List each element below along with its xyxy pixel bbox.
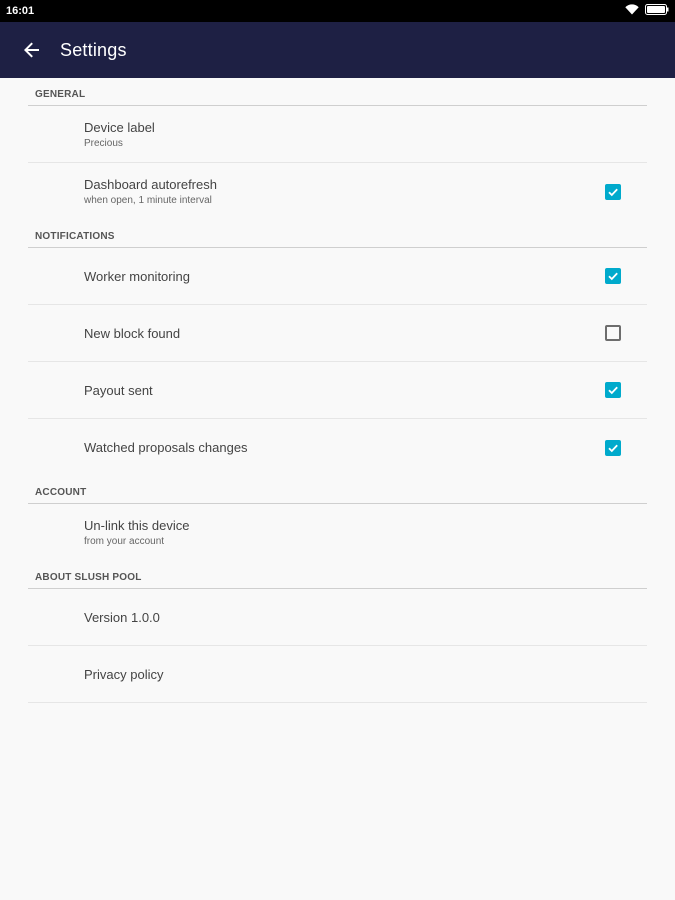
pref-summary: Precious: [84, 137, 123, 149]
payout-sent-checkbox[interactable]: [605, 382, 621, 398]
pref-title: New block found: [84, 325, 181, 341]
pref-title: Payout sent: [84, 382, 153, 398]
new-block-found-checkbox[interactable]: [605, 325, 621, 341]
pref-title: Device label: [84, 119, 155, 135]
pref-title: Privacy policy: [84, 666, 164, 682]
pref-version[interactable]: Version 1.0.0: [28, 589, 647, 646]
checkmark-icon: [608, 386, 618, 395]
pref-worker-monitoring[interactable]: Worker monitoring: [28, 248, 647, 305]
pref-title: Watched proposals changes: [84, 440, 248, 455]
section-header-about: ABOUT SLUSH POOL: [28, 561, 647, 589]
section-header-account: ACCOUNT: [28, 476, 647, 504]
pref-payout-sent[interactable]: Payout sent: [28, 362, 647, 419]
settings-list: GENERAL Device label Precious Dashboard …: [28, 78, 647, 703]
autorefresh-checkbox[interactable]: [605, 183, 621, 200]
checkmark-icon: [608, 444, 618, 452]
pref-summary: when open, 1 minute interval: [84, 195, 212, 206]
status-icons: [625, 4, 669, 18]
page-title: Settings: [60, 39, 127, 60]
pref-title: Dashboard autorefresh: [84, 177, 217, 192]
pref-dashboard-autorefresh[interactable]: Dashboard autorefresh when open, 1 minut…: [28, 163, 647, 220]
status-bar: 16:01: [0, 0, 675, 22]
pref-unlink-device[interactable]: Un-link this device from your account: [28, 504, 647, 561]
pref-title: Version 1.0.0: [84, 609, 160, 625]
pref-title: Un-link this device: [84, 518, 190, 533]
battery-icon: [645, 4, 669, 18]
worker-monitoring-checkbox[interactable]: [605, 268, 621, 284]
pref-summary: from your account: [84, 536, 165, 547]
pref-new-block-found[interactable]: New block found: [28, 305, 647, 362]
checkmark-icon: [608, 188, 618, 196]
section-header-notifications: NOTIFICATIONS: [28, 220, 647, 248]
pref-device-label[interactable]: Device label Precious: [28, 106, 647, 163]
checkmark-icon: [608, 272, 618, 281]
section-header-general: GENERAL: [28, 78, 647, 106]
wifi-icon: [625, 4, 639, 18]
pref-title: Worker monitoring: [84, 268, 190, 284]
app-bar: Settings: [0, 22, 675, 78]
watched-proposals-checkbox[interactable]: [605, 439, 621, 456]
status-time: 16:01: [6, 5, 35, 17]
arrow-back-icon[interactable]: [20, 38, 44, 62]
pref-privacy-policy[interactable]: Privacy policy: [28, 646, 647, 703]
pref-watched-proposals[interactable]: Watched proposals changes: [28, 419, 647, 476]
